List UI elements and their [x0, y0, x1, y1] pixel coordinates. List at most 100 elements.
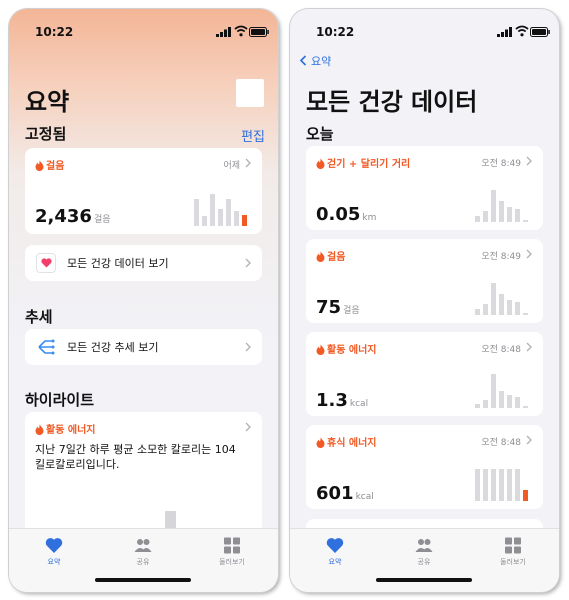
heart-icon: [326, 538, 344, 553]
wifi-icon: [515, 25, 529, 37]
chevron-right-icon: [245, 158, 251, 168]
today-heading: 오늘: [306, 125, 334, 143]
chart-bar: [507, 469, 512, 501]
profile-button[interactable]: [236, 79, 264, 107]
chevron-right-icon: [526, 435, 532, 445]
tab-sharing[interactable]: 공유: [394, 537, 454, 567]
steps-mini-chart: [194, 188, 250, 226]
chart-bar: [483, 469, 488, 501]
chart-bar: [507, 300, 512, 315]
chart-bar: [515, 397, 520, 408]
chart-bar: [218, 209, 223, 226]
edit-button[interactable]: 편집: [241, 126, 265, 145]
all-health-trends-row[interactable]: 모든 건강 추세 보기: [25, 329, 262, 365]
data-card[interactable]: 걸음 오전 8:49 75 걸음: [306, 239, 543, 323]
data-card-time: 오전 8:49: [481, 159, 521, 169]
data-card[interactable]: 걷기 + 달리기 거리 오전 8:49 0.05 km: [306, 146, 543, 230]
tab-summary[interactable]: 요약: [305, 537, 365, 567]
steps-value: 2,436: [35, 206, 92, 227]
chart-bar: [491, 190, 496, 222]
page-title: 요약: [25, 88, 70, 116]
tab-sharing-label: 공유: [136, 558, 150, 566]
all-health-data-label: 모든 건강 데이터 보기: [67, 257, 169, 270]
data-card[interactable]: 활동 에너지 오전 8:48 1.3 kcal: [306, 332, 543, 416]
home-indicator: [95, 578, 191, 582]
value-text: 1.3: [316, 390, 348, 411]
trends-icon: [38, 339, 55, 355]
mini-chart: [475, 463, 531, 501]
unit-text: 걸음: [343, 306, 360, 316]
chart-bar: [515, 302, 520, 315]
battery-icon: [249, 27, 269, 37]
tab-bar: 요약 공유 둘러보기: [9, 528, 278, 592]
data-card-title: 휴식 에너지: [316, 434, 376, 449]
cellular-signal-icon: [216, 27, 231, 37]
data-card-value: 0.05 km: [316, 204, 376, 225]
flame-icon: [316, 437, 325, 448]
flame-icon: [316, 251, 325, 262]
chart-bar: [491, 469, 496, 501]
tab-summary[interactable]: 요약: [24, 537, 84, 567]
data-card-label: 걸음: [327, 252, 346, 263]
grid-icon: [505, 537, 521, 554]
people-icon: [134, 539, 152, 552]
tab-summary-label: 요약: [47, 558, 61, 566]
chart-bar: [507, 395, 512, 408]
health-app-icon: [36, 253, 56, 273]
tab-browse-label: 둘러보기: [219, 558, 245, 566]
value-text: 601: [316, 483, 354, 504]
chart-bar: [491, 283, 496, 315]
data-card-title: 걸음: [316, 248, 345, 263]
chart-bar: [523, 490, 528, 501]
mini-chart: [475, 277, 531, 315]
unit-text: km: [362, 213, 377, 223]
unit-text: kcal: [355, 492, 374, 502]
chevron-right-icon: [526, 249, 532, 259]
status-bar: 10:22: [9, 9, 278, 53]
chart-bar: [523, 406, 528, 408]
data-card-time: 오전 8:48: [481, 345, 521, 355]
chevron-right-icon: [526, 342, 532, 352]
value-text: 0.05: [316, 204, 361, 225]
status-bar: 10:22: [290, 9, 559, 53]
all-health-trends-label: 모든 건강 추세 보기: [67, 341, 159, 354]
data-card-label: 걷기 + 달리기 거리: [327, 159, 411, 170]
flame-icon: [316, 344, 325, 355]
all-health-data-row[interactable]: 모든 건강 데이터 보기: [25, 245, 262, 281]
chart-bar: [507, 207, 512, 222]
status-time: 10:22: [35, 25, 74, 39]
data-card[interactable]: 휴식 에너지 오전 8:48 601 kcal: [306, 425, 543, 509]
tab-sharing[interactable]: 공유: [113, 537, 173, 567]
grid-icon: [224, 537, 240, 554]
chart-bar: [483, 304, 488, 315]
chevron-right-icon: [245, 258, 251, 268]
steps-card[interactable]: 걸음 어제 2,436 걸음: [25, 148, 262, 234]
steps-card-title: 걸음: [35, 157, 64, 172]
flame-icon: [35, 424, 44, 435]
highlight-text: 지난 7일간 하루 평균 소모한 칼로리는 104킬로칼로리입니다.: [35, 443, 236, 471]
chart-bar: [515, 469, 520, 501]
data-card-value: 601 kcal: [316, 483, 374, 504]
chart-bar: [499, 391, 504, 408]
chart-bar: [475, 469, 480, 501]
tab-browse[interactable]: 둘러보기: [483, 537, 543, 567]
data-card-time: 오전 8:49: [481, 252, 521, 262]
data-card-time: 오전 8:48: [481, 438, 521, 448]
data-card-label: 휴식 에너지: [327, 438, 377, 449]
chart-bar: [491, 374, 496, 408]
back-button[interactable]: 요약: [299, 53, 331, 69]
data-card-title: 활동 에너지: [316, 341, 376, 356]
chevron-left-icon: [299, 55, 307, 66]
chevron-right-icon: [245, 342, 251, 352]
people-icon: [415, 539, 433, 552]
chart-bar: [226, 199, 231, 226]
tab-browse[interactable]: 둘러보기: [202, 537, 262, 567]
pinned-heading: 고정됨: [25, 125, 67, 143]
chart-bar: [483, 400, 488, 408]
data-card-value: 75 걸음: [316, 297, 360, 318]
tab-sharing-label: 공유: [417, 558, 431, 566]
back-label: 요약: [311, 55, 332, 68]
heart-icon: [45, 538, 63, 553]
highlight-card-title: 활동 에너지: [35, 421, 95, 436]
tab-bar: 요약 공유 둘러보기: [290, 528, 559, 592]
